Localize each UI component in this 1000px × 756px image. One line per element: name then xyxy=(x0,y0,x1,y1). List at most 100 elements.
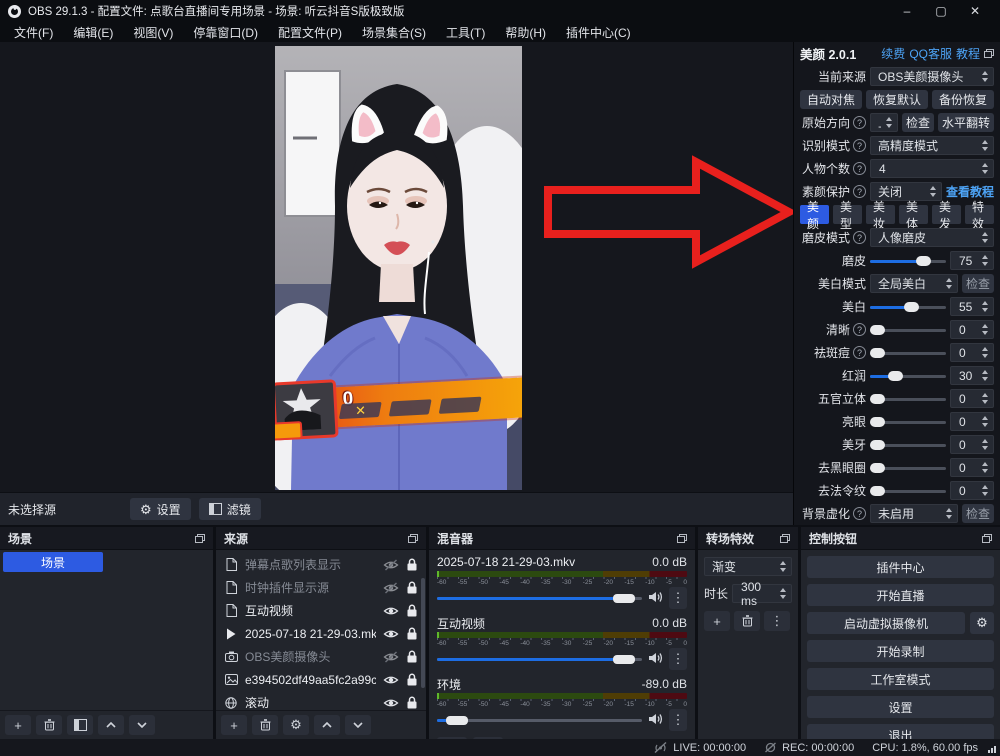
channel-menu-button[interactable]: ⋮ xyxy=(669,709,687,731)
menu-item[interactable]: 工具(T) xyxy=(436,22,495,42)
visibility-toggle-icon[interactable] xyxy=(383,559,399,571)
autofocus-button[interactable]: 自动对焦 xyxy=(800,90,862,109)
source-settings-button[interactable]: ⚙ 设置 xyxy=(130,498,191,520)
nasolabial-slider[interactable] xyxy=(870,482,946,500)
menu-item[interactable]: 文件(F) xyxy=(4,22,63,42)
maximize-button[interactable]: ▢ xyxy=(924,0,958,22)
dark-circle-slider[interactable] xyxy=(870,459,946,477)
dark-circle-value-spinner[interactable]: 0 xyxy=(950,458,994,477)
bg-blur-select[interactable]: 未启用 xyxy=(870,504,958,523)
bright-eyes-slider[interactable] xyxy=(870,413,946,431)
popout-icon[interactable] xyxy=(780,534,790,543)
visibility-toggle-icon[interactable] xyxy=(383,651,399,663)
help-icon[interactable]: ? xyxy=(853,507,866,520)
menu-item[interactable]: 帮助(H) xyxy=(495,22,556,42)
add-transition-button[interactable]: + xyxy=(704,611,730,631)
clarity-value-spinner[interactable]: 0 xyxy=(950,320,994,339)
scene-filters-button[interactable] xyxy=(67,715,93,735)
beauty-tab[interactable]: 美型 xyxy=(833,205,862,224)
source-row[interactable]: 时钟插件显示源 xyxy=(216,576,426,599)
virtual-camera-settings-button[interactable]: ⚙ xyxy=(970,612,994,634)
orientation-select[interactable]: 上 xyxy=(870,113,898,132)
current-source-select[interactable]: OBS美颜摄像头 xyxy=(870,67,994,86)
renew-link[interactable]: 续费 xyxy=(881,45,905,62)
move-source-down-button[interactable] xyxy=(345,715,371,735)
clarity-slider[interactable] xyxy=(870,321,946,339)
channel-menu-button[interactable]: ⋮ xyxy=(669,587,687,609)
tutorial-link[interactable]: 教程 xyxy=(956,45,980,62)
lock-toggle-icon[interactable] xyxy=(406,650,418,663)
lock-toggle-icon[interactable] xyxy=(406,627,418,640)
lock-toggle-icon[interactable] xyxy=(406,604,418,617)
menu-item[interactable]: 配置文件(P) xyxy=(268,22,352,42)
orientation-check-button[interactable]: 检查 xyxy=(902,113,934,132)
backup-restore-button[interactable]: 备份恢复 xyxy=(932,90,994,109)
recognition-mode-select[interactable]: 高精度模式 xyxy=(870,136,994,155)
people-count-spinner[interactable]: 4 xyxy=(870,159,994,178)
source-row[interactable]: OBS美颜摄像头 xyxy=(216,645,426,668)
close-button[interactable]: ✕ xyxy=(958,0,992,22)
beauty-tab[interactable]: 美妆 xyxy=(866,205,895,224)
blemish-slider[interactable] xyxy=(870,344,946,362)
source-properties-button[interactable]: ⚙ xyxy=(283,715,309,735)
white-mode-select[interactable]: 全局美白 xyxy=(870,274,958,293)
nasolabial-value-spinner[interactable]: 0 xyxy=(950,481,994,500)
source-row[interactable]: 互动视频 xyxy=(216,599,426,622)
bright-eyes-value-spinner[interactable]: 0 xyxy=(950,412,994,431)
visibility-toggle-icon[interactable] xyxy=(383,697,399,709)
help-icon[interactable]: ? xyxy=(853,116,866,129)
teeth-slider[interactable] xyxy=(870,436,946,454)
visibility-toggle-icon[interactable] xyxy=(383,674,399,686)
popout-icon[interactable] xyxy=(195,534,205,543)
minimize-button[interactable]: – xyxy=(890,0,924,22)
volume-slider[interactable] xyxy=(437,591,642,605)
scene-item[interactable]: 场景 xyxy=(3,552,103,572)
menu-item[interactable]: 停靠窗口(D) xyxy=(183,22,268,42)
skin-mode-select[interactable]: 人像磨皮 xyxy=(870,228,994,247)
help-icon[interactable]: ? xyxy=(853,185,866,198)
whiten-value-spinner[interactable]: 55 xyxy=(950,297,994,316)
add-source-button[interactable]: + xyxy=(221,715,247,735)
start-virtual-camera-button[interactable]: 启动虚拟摄像机 xyxy=(807,612,965,634)
plugin-center-button[interactable]: 插件中心 xyxy=(807,556,994,578)
rosy-value-spinner[interactable]: 30 xyxy=(950,366,994,385)
rosy-slider[interactable] xyxy=(870,367,946,385)
sources-scrollbar[interactable] xyxy=(421,578,425,688)
blemish-value-spinner[interactable]: 0 xyxy=(950,343,994,362)
restore-default-button[interactable]: 恢复默认 xyxy=(866,90,928,109)
speaker-icon[interactable] xyxy=(648,713,663,728)
exit-button[interactable]: 退出 xyxy=(807,724,994,739)
lock-toggle-icon[interactable] xyxy=(406,558,418,571)
channel-menu-button[interactable]: ⋮ xyxy=(669,648,687,670)
remove-source-button[interactable] xyxy=(252,715,278,735)
visibility-toggle-icon[interactable] xyxy=(383,582,399,594)
visibility-toggle-icon[interactable] xyxy=(383,605,399,617)
move-scene-down-button[interactable] xyxy=(129,715,155,735)
volume-slider[interactable] xyxy=(437,652,642,666)
beauty-tab[interactable]: 美体 xyxy=(899,205,928,224)
visibility-toggle-icon[interactable] xyxy=(383,628,399,640)
source-row[interactable]: 滚动 xyxy=(216,691,426,710)
help-icon[interactable]: ? xyxy=(853,346,866,359)
lock-toggle-icon[interactable] xyxy=(406,581,418,594)
preview-canvas[interactable]: 0 ✕ xyxy=(0,42,793,493)
remove-transition-button[interactable] xyxy=(734,611,760,631)
help-icon[interactable]: ? xyxy=(853,323,866,336)
move-source-up-button[interactable] xyxy=(314,715,340,735)
contour-value-spinner[interactable]: 0 xyxy=(950,389,994,408)
smooth-slider[interactable] xyxy=(870,252,946,270)
remove-scene-button[interactable] xyxy=(36,715,62,735)
bg-blur-check-button[interactable]: 检查 xyxy=(962,504,994,523)
speaker-icon[interactable] xyxy=(648,652,663,667)
source-filters-button[interactable]: 滤镜 xyxy=(199,498,261,520)
help-icon[interactable]: ? xyxy=(853,162,866,175)
teeth-value-spinner[interactable]: 0 xyxy=(950,435,994,454)
horizontal-flip-button[interactable]: 水平翻转 xyxy=(938,113,994,132)
smooth-value-spinner[interactable]: 75 xyxy=(950,251,994,270)
popout-icon[interactable] xyxy=(982,534,992,543)
help-icon[interactable]: ? xyxy=(853,139,866,152)
white-check-button[interactable]: 检查 xyxy=(962,274,994,293)
move-scene-up-button[interactable] xyxy=(98,715,124,735)
beauty-tab[interactable]: 美颜 xyxy=(800,205,829,224)
beauty-tab[interactable]: 美发 xyxy=(932,205,961,224)
